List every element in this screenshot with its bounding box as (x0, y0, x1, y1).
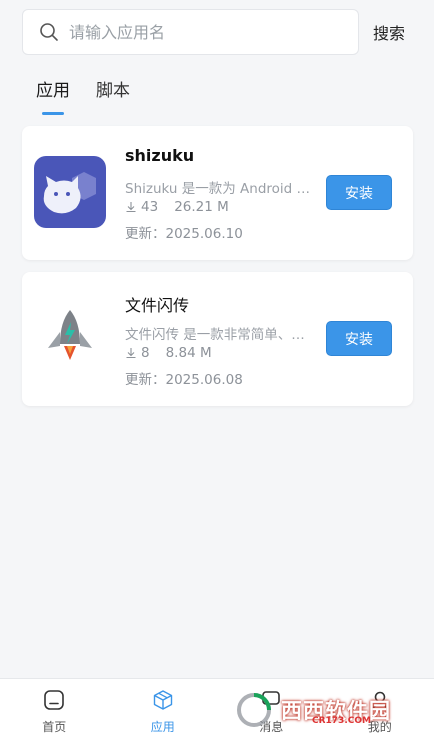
file-size: 26.21 M (174, 199, 229, 215)
search-input[interactable] (69, 22, 319, 42)
search-button[interactable]: 搜索 (373, 20, 405, 44)
app-meta: 8 8.84 M (125, 345, 212, 361)
nav-apps[interactable]: 应用 (109, 679, 218, 739)
tab-apps[interactable]: 应用 (36, 76, 70, 115)
app-store-screen: 搜索 应用 脚本 shizuku Shizuku 是一款为 Android … … (0, 0, 434, 739)
category-tabs: 应用 脚本 (36, 76, 130, 115)
rocket-icon (34, 302, 106, 374)
watermark-subtext: CR173.COM (312, 716, 371, 726)
search-bar: 搜索 (22, 9, 416, 55)
app-name: 文件闪传 (125, 296, 190, 315)
app-card[interactable]: shizuku Shizuku 是一款为 Android … 43 26.21 … (22, 126, 413, 260)
app-description: 文件闪传 是一款非常简单、… (125, 327, 305, 343)
app-description: Shizuku 是一款为 Android … (125, 181, 311, 197)
download-icon (126, 348, 136, 359)
nav-label: 首页 (42, 720, 67, 734)
box-icon (153, 690, 172, 710)
search-field[interactable] (22, 9, 359, 55)
tab-scripts[interactable]: 脚本 (96, 76, 130, 101)
app-meta: 43 26.21 M (125, 199, 229, 215)
watermark-emblem (237, 693, 271, 727)
watermark-logo: 西西软件园 CR173.COM (234, 690, 414, 730)
install-button[interactable]: 安装 (326, 175, 392, 210)
nav-home[interactable]: 首页 (0, 679, 109, 739)
download-icon (126, 202, 136, 213)
shizuku-icon (34, 156, 106, 228)
file-size: 8.84 M (165, 345, 212, 361)
home-icon (44, 690, 65, 710)
download-count: 43 (141, 199, 159, 215)
nav-label: 应用 (150, 720, 175, 734)
update-date: 更新：2025.06.10 (125, 226, 243, 242)
app-card[interactable]: 文件闪传 文件闪传 是一款非常简单、… 8 8.84 M 更新：2025.06.… (22, 272, 413, 406)
install-button[interactable]: 安装 (326, 321, 392, 356)
download-count: 8 (141, 345, 150, 361)
search-icon (40, 23, 58, 41)
update-date: 更新：2025.06.08 (125, 372, 243, 388)
app-name: shizuku (125, 146, 195, 165)
